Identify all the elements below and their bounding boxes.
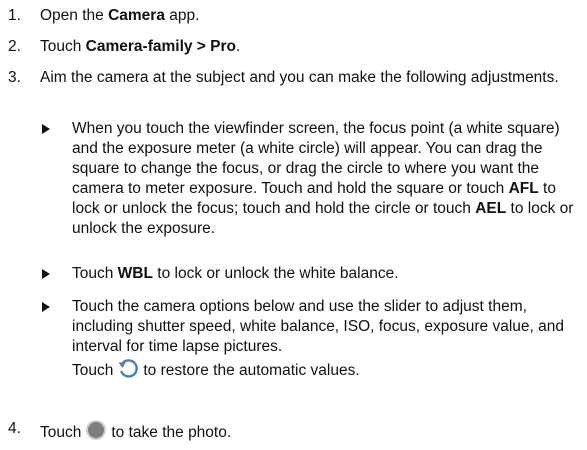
- step-text: Touch to take the photo.: [40, 419, 580, 447]
- bullet-item-focus-exposure: When you touch the viewfinder screen, th…: [0, 119, 587, 259]
- afl-label: AFL: [508, 180, 539, 197]
- restore-icon: [117, 357, 139, 385]
- wbl-label: WBL: [117, 265, 153, 282]
- bullet-text: Touch WBL to lock or unlock the white ba…: [72, 265, 399, 282]
- bullet-arrow-icon: [42, 124, 50, 134]
- bullet-text: When you touch the viewfinder screen, th…: [72, 120, 574, 237]
- step-2: 2. Touch Camera-family > Pro.: [0, 37, 587, 59]
- step-4: 4. Touch to take the photo.: [0, 419, 587, 443]
- step-3: 3. Aim the camera at the subject and you…: [0, 68, 587, 110]
- ael-label: AEL: [475, 200, 507, 217]
- step-text: Open the Camera app.: [40, 7, 200, 24]
- step-number: 2.: [8, 38, 21, 55]
- bullet-item-white-balance: Touch WBL to lock or unlock the white ba…: [0, 264, 587, 286]
- bullet-text: Touch the camera options below and use t…: [72, 297, 584, 385]
- step-text: Touch Camera-family > Pro.: [40, 38, 241, 55]
- app-name: Camera: [108, 7, 165, 24]
- step-1: 1. Open the Camera app.: [0, 6, 587, 28]
- step-number: 1.: [8, 7, 21, 24]
- step-number: 3.: [8, 69, 21, 86]
- bullet-arrow-icon: [42, 269, 50, 279]
- bullet-item-camera-options: Touch the camera options below and use t…: [0, 297, 587, 387]
- shutter-button-icon: [85, 419, 107, 447]
- menu-path: Camera-family > Pro: [85, 38, 237, 55]
- step-text: Aim the camera at the subject and you ca…: [40, 69, 559, 86]
- bullet-arrow-icon: [42, 302, 50, 312]
- step-number: 4.: [8, 420, 21, 437]
- instructions-document: 1. Open the Camera app. 2. Touch Camera-…: [0, 0, 587, 450]
